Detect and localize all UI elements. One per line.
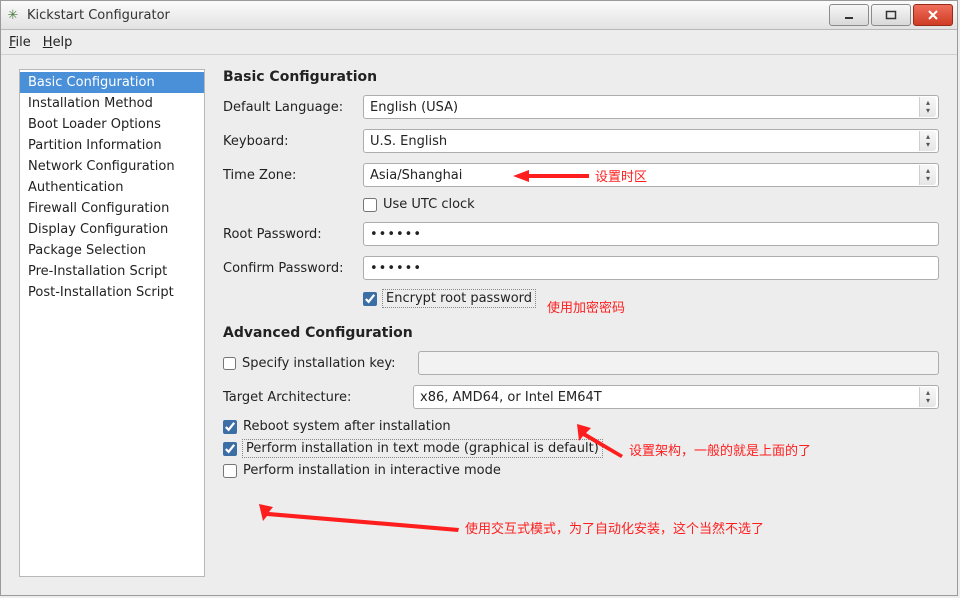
target-arch-value: x86, AMD64, or Intel EM64T [420, 390, 602, 405]
sidebar-item-firewall-configuration[interactable]: Firewall Configuration [20, 198, 204, 219]
combo-spin-icon: ▴▾ [919, 387, 936, 407]
sidebar-item-installation-method[interactable]: Installation Method [20, 93, 204, 114]
menubar: File Help [1, 30, 957, 55]
reboot-label: Reboot system after installation [243, 419, 451, 434]
annotation-interactive: 使用交互式模式，为了自动化安装，这个当然不选了 [259, 504, 764, 534]
confirm-password-value: •••••• [370, 261, 422, 276]
reboot-checkbox[interactable] [223, 420, 237, 434]
target-arch-combo[interactable]: x86, AMD64, or Intel EM64T ▴▾ [413, 385, 939, 409]
sidebar-item-display-configuration[interactable]: Display Configuration [20, 219, 204, 240]
root-password-label: Root Password: [223, 227, 363, 242]
combo-spin-icon: ▴▾ [919, 165, 936, 185]
sidebar-item-network-configuration[interactable]: Network Configuration [20, 156, 204, 177]
target-arch-label: Target Architecture: [223, 390, 413, 405]
menu-file[interactable]: File [9, 35, 31, 50]
arrow-up-left-icon [259, 504, 459, 534]
titlebar: ✳ Kickstart Configurator [1, 1, 957, 30]
sidebar-item-post-installation-script[interactable]: Post-Installation Script [20, 282, 204, 303]
encrypt-root-label: Encrypt root password [383, 290, 535, 307]
spec-key-label: Specify installation key: [242, 356, 418, 371]
root-password-input[interactable]: •••••• [363, 222, 939, 246]
root-password-value: •••••• [370, 227, 422, 242]
keyboard-label: Keyboard: [223, 134, 363, 149]
sidebar: Basic Configuration Installation Method … [19, 69, 205, 577]
window-title: Kickstart Configurator [27, 8, 170, 23]
sidebar-item-boot-loader-options[interactable]: Boot Loader Options [20, 114, 204, 135]
interactive-label: Perform installation in interactive mode [243, 463, 501, 478]
textmode-checkbox[interactable] [223, 442, 237, 456]
encrypt-root-checkbox[interactable] [363, 292, 377, 306]
menu-help[interactable]: Help [43, 35, 73, 50]
sidebar-item-package-selection[interactable]: Package Selection [20, 240, 204, 261]
minimize-button[interactable] [829, 4, 869, 26]
default-language-label: Default Language: [223, 100, 363, 115]
timezone-combo[interactable]: Asia/Shanghai ▴▾ [363, 163, 939, 187]
advanced-heading: Advanced Configuration [223, 325, 939, 341]
sidebar-item-pre-installation-script[interactable]: Pre-Installation Script [20, 261, 204, 282]
spec-key-value[interactable] [425, 355, 932, 372]
use-utc-checkbox[interactable] [363, 198, 377, 212]
combo-spin-icon: ▴▾ [919, 97, 936, 117]
default-language-value: English (USA) [370, 100, 458, 115]
confirm-password-label: Confirm Password: [223, 261, 363, 276]
default-language-combo[interactable]: English (USA) ▴▾ [363, 95, 939, 119]
keyboard-value: U.S. English [370, 134, 447, 149]
content-area: Basic Configuration Installation Method … [1, 55, 957, 595]
use-utc-label: Use UTC clock [383, 197, 475, 212]
spec-key-input[interactable] [418, 351, 939, 375]
close-button[interactable] [913, 4, 953, 26]
confirm-password-input[interactable]: •••••• [363, 256, 939, 280]
app-icon: ✳ [5, 7, 21, 23]
sidebar-item-authentication[interactable]: Authentication [20, 177, 204, 198]
spec-key-checkbox[interactable] [223, 357, 236, 370]
combo-spin-icon: ▴▾ [919, 131, 936, 151]
textmode-label: Perform installation in text mode (graph… [243, 440, 602, 457]
interactive-checkbox[interactable] [223, 464, 237, 478]
basic-heading: Basic Configuration [223, 69, 939, 85]
timezone-label: Time Zone: [223, 168, 363, 183]
timezone-value: Asia/Shanghai [370, 168, 462, 183]
sidebar-item-partition-information[interactable]: Partition Information [20, 135, 204, 156]
app-window: ✳ Kickstart Configurator File Help Basic… [0, 0, 958, 596]
maximize-button[interactable] [871, 4, 911, 26]
sidebar-item-basic-configuration[interactable]: Basic Configuration [20, 72, 204, 93]
keyboard-combo[interactable]: U.S. English ▴▾ [363, 129, 939, 153]
main-panel: Basic Configuration Default Language: En… [223, 69, 939, 577]
